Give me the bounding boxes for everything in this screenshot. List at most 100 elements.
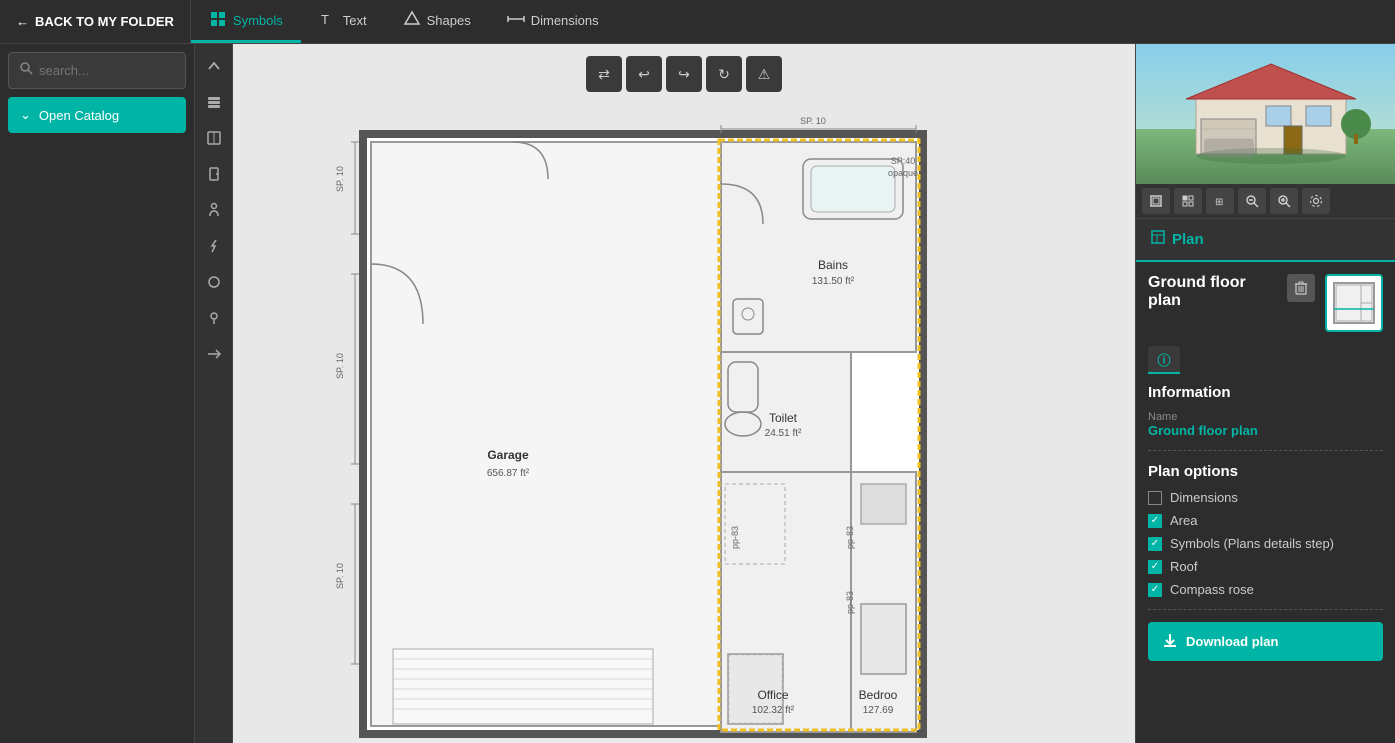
warning-button[interactable]: ⚠	[746, 56, 782, 92]
plan-tab[interactable]: Plan	[1136, 219, 1395, 262]
plan-name-section: Ground floor plan	[1148, 274, 1383, 332]
compass-rose-option-label: Compass rose	[1170, 582, 1254, 597]
download-plan-button[interactable]: Download plan	[1148, 622, 1383, 661]
svg-text:127.69: 127.69	[863, 705, 894, 716]
symbols-icon	[209, 10, 227, 31]
dimensions-option-label: Dimensions	[1170, 490, 1238, 505]
download-plan-label: Download plan	[1186, 634, 1278, 649]
canvas-area[interactable]: ⇄ ↩ ↪ ↻ ⚠	[233, 44, 1135, 743]
svg-text:Garage: Garage	[487, 448, 529, 462]
option-dimensions: Dimensions	[1148, 490, 1383, 505]
dimensions-checkbox[interactable]	[1148, 491, 1162, 505]
icon-strip	[195, 44, 233, 743]
symbols-checkbox[interactable]: ✓	[1148, 537, 1162, 551]
svg-text:Bains: Bains	[818, 258, 848, 272]
svg-text:SP. 10: SP. 10	[335, 563, 345, 589]
tab-text[interactable]: T Text	[301, 0, 385, 43]
search-bar[interactable]	[8, 52, 186, 89]
svg-text:pp-83: pp-83	[845, 526, 855, 549]
svg-text:pp-83: pp-83	[845, 591, 855, 614]
plan-options-section: Plan options Dimensions ✓ Area ✓ Symbols…	[1148, 463, 1383, 597]
plan-name-heading: Ground floor plan	[1148, 274, 1277, 310]
open-catalog-button[interactable]: ⌄ Open Catalog	[8, 97, 186, 133]
svg-text:pp-83: pp-83	[730, 526, 740, 549]
shapes-icon	[403, 10, 421, 31]
svg-text:656.87 ft²: 656.87 ft²	[487, 468, 530, 479]
refresh-button[interactable]: ↻	[706, 56, 742, 92]
icon-strip-person[interactable]	[199, 196, 229, 224]
delete-plan-button[interactable]	[1287, 274, 1315, 302]
zoom-out-button[interactable]	[1238, 188, 1266, 214]
plan-name-text: Ground floor plan	[1148, 274, 1277, 310]
icon-strip-chevron-up[interactable]	[199, 52, 229, 80]
icon-strip-wall[interactable]	[199, 124, 229, 152]
tab-dimensions[interactable]: Dimensions	[489, 0, 617, 43]
plan-options-title: Plan options	[1148, 463, 1383, 480]
icon-strip-layers[interactable]	[199, 88, 229, 116]
3d-preview	[1136, 44, 1395, 184]
swap-button[interactable]: ⇄	[586, 56, 622, 92]
divider-1	[1148, 450, 1383, 451]
svg-text:24.51 ft²: 24.51 ft²	[765, 428, 802, 439]
tab-symbols-label: Symbols	[233, 13, 283, 28]
undo-button[interactable]: ↩	[626, 56, 662, 92]
tab-dimensions-label: Dimensions	[531, 13, 599, 28]
svg-text:SP. 10: SP. 10	[335, 353, 345, 379]
tab-text-label: Text	[343, 13, 367, 28]
svg-text:131.50 ft²: 131.50 ft²	[812, 276, 855, 287]
roof-option-label: Roof	[1170, 559, 1197, 574]
info-name-label: Name	[1148, 411, 1383, 423]
right-panel: ⊞ Plan Ground floor plan	[1135, 44, 1395, 743]
search-input[interactable]	[39, 63, 175, 78]
svg-text:102.32 ft²: 102.32 ft²	[752, 705, 795, 716]
svg-text:Toilet: Toilet	[769, 411, 798, 425]
back-label: BACK TO MY FOLDER	[35, 14, 174, 29]
dimensions-icon	[507, 10, 525, 31]
info-name-row: Name Ground floor plan	[1148, 411, 1383, 438]
frame-button-3[interactable]: ⊞	[1206, 188, 1234, 214]
option-roof: ✓ Roof	[1148, 559, 1383, 574]
svg-text:T: T	[321, 12, 329, 27]
option-compass-rose: ✓ Compass rose	[1148, 582, 1383, 597]
icon-strip-lightning[interactable]	[199, 232, 229, 260]
icon-strip-pin[interactable]	[199, 304, 229, 332]
info-tab[interactable]: ⓘ	[1148, 346, 1180, 374]
frame-button-2[interactable]	[1174, 188, 1202, 214]
svg-text:SP:40: SP:40	[891, 156, 916, 166]
roof-checkbox[interactable]: ✓	[1148, 560, 1162, 574]
tab-symbols[interactable]: Symbols	[191, 0, 301, 43]
option-area: ✓ Area	[1148, 513, 1383, 528]
redo-button[interactable]: ↪	[666, 56, 702, 92]
svg-text:SP. 10: SP. 10	[800, 116, 826, 126]
settings-button[interactable]	[1302, 188, 1330, 214]
download-icon	[1162, 632, 1178, 651]
information-section: Information Name Ground floor plan	[1148, 384, 1383, 438]
plan-icon	[1150, 229, 1166, 250]
icon-strip-circle[interactable]	[199, 268, 229, 296]
compass-rose-checkbox[interactable]: ✓	[1148, 583, 1162, 597]
search-icon	[19, 61, 33, 80]
frame-button-1[interactable]	[1142, 188, 1170, 214]
svg-text:Bedroo: Bedroo	[859, 688, 898, 702]
icon-strip-door[interactable]	[199, 160, 229, 188]
3d-house-svg	[1136, 44, 1395, 184]
area-option-label: Area	[1170, 513, 1197, 528]
tab-shapes[interactable]: Shapes	[385, 0, 489, 43]
divider-2	[1148, 609, 1383, 610]
area-checkbox[interactable]: ✓	[1148, 514, 1162, 528]
svg-text:SP. 10: SP. 10	[335, 166, 345, 192]
chevron-down-icon: ⌄	[20, 107, 31, 123]
info-name-value: Ground floor plan	[1148, 423, 1383, 438]
option-symbols: ✓ Symbols (Plans details step)	[1148, 536, 1383, 551]
back-button[interactable]: ← BACK TO MY FOLDER	[0, 0, 191, 43]
zoom-in-button[interactable]	[1270, 188, 1298, 214]
canvas-toolbar: ⇄ ↩ ↪ ↻ ⚠	[586, 56, 782, 92]
text-icon: T	[319, 10, 337, 31]
symbols-option-label: Symbols (Plans details step)	[1170, 536, 1334, 551]
svg-text:opaque: opaque	[888, 168, 918, 178]
icon-strip-arrow-right[interactable]	[199, 340, 229, 368]
top-toolbar: ← BACK TO MY FOLDER Symbols T Text Shape…	[0, 0, 1395, 44]
floor-plan-svg: SP. 10 SP. 10 SP. 10 SP. 10 SP:40 opaque…	[313, 104, 1093, 743]
back-arrow-icon: ←	[16, 14, 29, 29]
right-panel-toolbar: ⊞	[1136, 184, 1395, 219]
